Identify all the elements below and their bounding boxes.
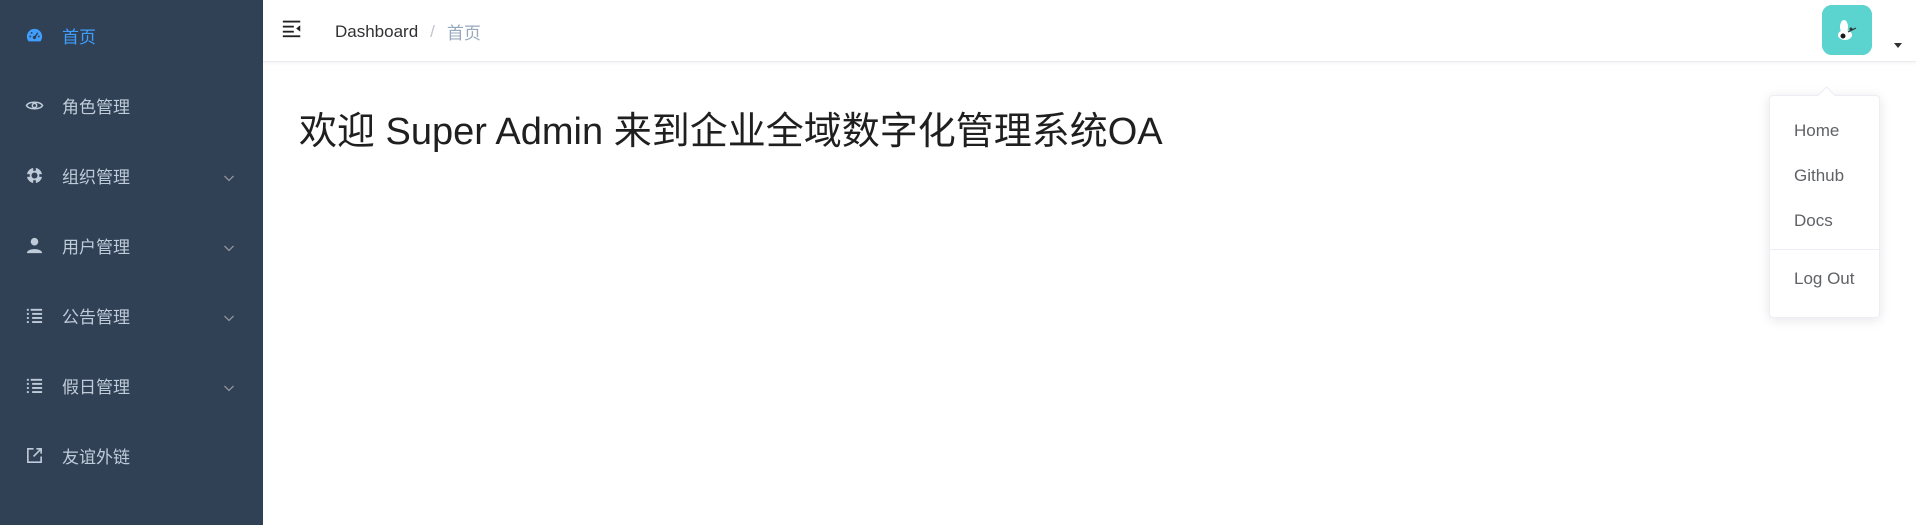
- dashboard-icon: [24, 25, 44, 45]
- sidebar-item-users[interactable]: 用户管理: [0, 210, 263, 280]
- chevron-down-icon: [223, 379, 235, 392]
- eye-icon: [24, 95, 44, 115]
- hamburger-menu-icon[interactable]: [280, 16, 304, 40]
- sidebar-item-holidays[interactable]: 假日管理: [0, 350, 263, 420]
- sidebar-item-label: 假日管理: [62, 377, 130, 397]
- external-link-icon: [24, 445, 44, 465]
- caret-down-icon[interactable]: [1892, 38, 1904, 48]
- user-dropdown-menu: Home Github Docs Log Out: [1769, 86, 1880, 318]
- chevron-down-icon: [223, 309, 235, 322]
- navbar: Dashboard / 首页: [263, 0, 1916, 62]
- welcome-heading: 欢迎 Super Admin 来到企业全域数字化管理系统OA: [299, 111, 1163, 153]
- logout-button[interactable]: Log Out: [1770, 256, 1879, 301]
- sidebar-item-label: 组织管理: [62, 167, 130, 187]
- chevron-down-icon: [223, 239, 235, 252]
- sidebar-item-label: 友谊外链: [62, 447, 130, 467]
- sidebar-item-label: 公告管理: [62, 307, 130, 327]
- sidebar: 首页 角色管理 组织管理 用户管理 公告管理 假日管理 友谊外链: [0, 0, 263, 525]
- breadcrumb-dashboard-link[interactable]: Dashboard: [335, 22, 418, 42]
- breadcrumb-separator: /: [430, 21, 435, 41]
- sidebar-item-external-links[interactable]: 友谊外链: [0, 420, 263, 490]
- lifebuoy-icon: [24, 165, 44, 185]
- sidebar-item-label: 角色管理: [62, 97, 130, 117]
- list-icon: [24, 375, 44, 395]
- avatar[interactable]: [1822, 5, 1872, 55]
- breadcrumb: Dashboard / 首页: [335, 19, 481, 44]
- sidebar-item-label: 用户管理: [62, 237, 130, 257]
- chevron-down-icon: [223, 169, 235, 182]
- sidebar-menu: 首页 角色管理 组织管理 用户管理 公告管理 假日管理 友谊外链: [0, 0, 263, 490]
- sidebar-item-organization[interactable]: 组织管理: [0, 140, 263, 210]
- user-icon: [24, 235, 44, 255]
- sidebar-item-home[interactable]: 首页: [0, 0, 263, 70]
- breadcrumb-current: 首页: [446, 24, 481, 43]
- dropdown-list: Home Github Docs Log Out: [1770, 96, 1879, 301]
- dropdown-item-docs[interactable]: Docs: [1770, 198, 1879, 243]
- dropdown-item-github[interactable]: Github: [1770, 153, 1879, 198]
- sidebar-item-roles[interactable]: 角色管理: [0, 70, 263, 140]
- list-icon: [24, 305, 44, 325]
- user-avatar-dropdown[interactable]: [1822, 5, 1904, 55]
- sidebar-item-label: 首页: [62, 27, 96, 47]
- sidebar-item-announcements[interactable]: 公告管理: [0, 280, 263, 350]
- dropdown-divider: [1770, 249, 1879, 250]
- dropdown-item-home[interactable]: Home: [1770, 108, 1879, 153]
